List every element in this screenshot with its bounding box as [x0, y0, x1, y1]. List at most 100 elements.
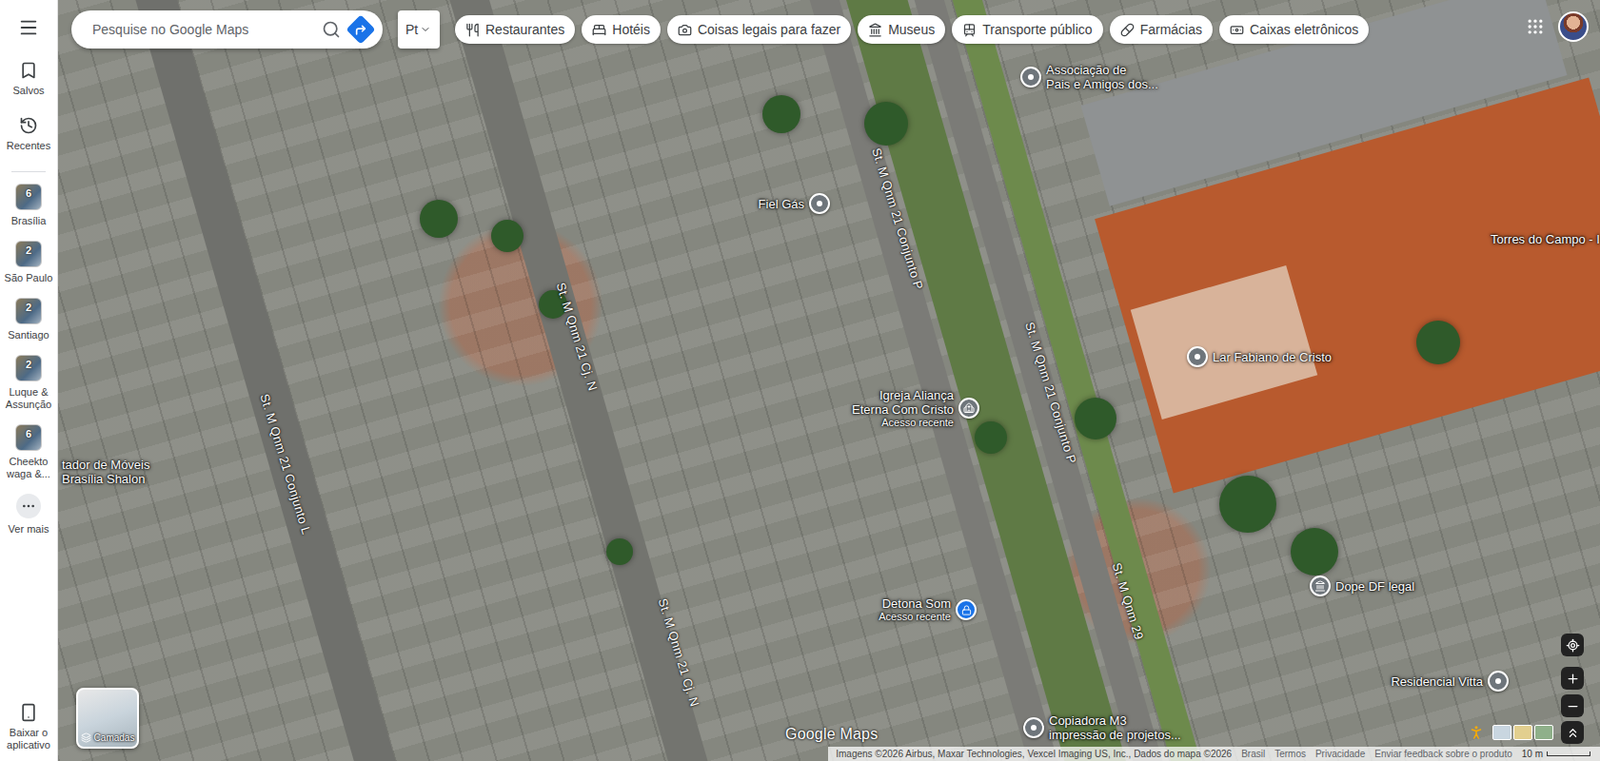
category-chip[interactable]: Coisas legais para fazer	[667, 15, 851, 44]
place-subtitle: Acesso recente	[878, 611, 951, 624]
place-pin[interactable]	[1186, 346, 1208, 368]
search-input[interactable]	[90, 20, 313, 39]
place-name-line: Dope DF legal	[1335, 579, 1415, 594]
church-pin[interactable]	[958, 397, 980, 419]
directions-button[interactable]	[345, 14, 376, 44]
footer-link[interactable]: Termos	[1274, 749, 1306, 760]
place-pin[interactable]	[1487, 671, 1509, 692]
maps-page: Salvos Recentes 6 Brasília 2 São Paulo 2Santia…	[0, 0, 1600, 761]
recent-count: 2	[25, 358, 32, 371]
rail-label: Salvos	[10, 84, 46, 98]
plus-icon	[1565, 671, 1581, 687]
history-icon	[19, 116, 39, 136]
place-label[interactable]: tador de MóveisBrasília Shalon	[61, 457, 151, 487]
recent-label: São Paulo	[2, 272, 56, 285]
museum-pin[interactable]	[1309, 575, 1331, 597]
category-chip[interactable]: Transporte público	[951, 15, 1103, 44]
tree	[864, 101, 909, 146]
scale[interactable]: 10 m	[1521, 749, 1591, 760]
place-name-line: Associação de	[1046, 62, 1159, 78]
place-name-line: impressão de projetos...	[1048, 728, 1182, 743]
rail-item[interactable]: Recentes	[0, 116, 59, 153]
chip-label: Coisas legais para fazer	[697, 21, 841, 38]
recent-label: Cheekto waga &...	[0, 455, 59, 481]
footer-link[interactable]: Brasil	[1241, 749, 1265, 760]
place-label[interactable]: Residencial Vitta	[1390, 674, 1483, 690]
search-icon[interactable]	[321, 19, 341, 40]
layer-toggle[interactable]: Pt	[397, 10, 440, 49]
tree	[491, 219, 524, 253]
chip-label: Farmácias	[1140, 21, 1203, 38]
recent-pin[interactable]	[955, 599, 977, 621]
category-chip[interactable]: Restaurantes	[454, 15, 575, 44]
recent-place[interactable]: 2Luque & Assunção	[0, 355, 59, 412]
apps-grid-icon[interactable]	[1525, 17, 1545, 37]
category-chip[interactable]: Hotéis	[581, 15, 661, 44]
footer-link[interactable]: Privacidade	[1315, 749, 1365, 760]
recent-place[interactable]: 2 São Paulo	[0, 240, 59, 285]
place-name-line: Copiadora M3	[1048, 713, 1182, 729]
layer-thumb[interactable]	[1534, 725, 1554, 741]
tree	[1074, 397, 1117, 440]
chip-label: Museus	[888, 21, 935, 38]
recent-count: 2	[25, 244, 32, 257]
place-name-line: Fiel Gás	[758, 197, 805, 212]
layers-label: Camadas	[80, 732, 136, 744]
search-box[interactable]	[71, 10, 383, 49]
attribution: Imagens ©2026 Airbus, Maxar Technologies…	[835, 749, 1232, 760]
zoom-in-button[interactable]	[1560, 667, 1584, 691]
user-avatar[interactable]	[1558, 11, 1589, 42]
pin-dot	[1027, 74, 1034, 80]
menu-button[interactable]	[0, 17, 59, 39]
recent-count: 6	[25, 428, 32, 440]
category-chip[interactable]: Farmácias	[1109, 15, 1213, 44]
place-label[interactable]: Torres do Campo - I	[1490, 232, 1600, 247]
footer-link[interactable]: Enviar feedback sobre o produto	[1374, 749, 1513, 760]
more-button[interactable]: Ver mais	[0, 493, 59, 536]
directions-icon	[355, 23, 368, 37]
place-label[interactable]: Associação dePais e Amigos dos...	[1046, 62, 1159, 92]
layers-icon	[80, 732, 92, 744]
google-maps-logo: Google Maps	[785, 726, 878, 744]
download-app[interactable]: Baixar o aplicativo	[0, 703, 59, 752]
place-name-line: Torres do Campo - I	[1490, 232, 1600, 247]
recent-place[interactable]: 6 Cheekto waga &...	[0, 424, 59, 481]
place-label[interactable]: Copiadora M3impressão de projetos...	[1048, 713, 1182, 743]
menu-icon	[18, 17, 40, 39]
recent-count: 6	[25, 187, 32, 199]
category-chip[interactable]: Museus	[857, 15, 946, 44]
place-pin[interactable]	[1020, 66, 1042, 88]
place-label[interactable]: Dope DF legal	[1335, 579, 1415, 594]
recent-label: Brasília	[9, 215, 49, 228]
chip-icon	[1120, 22, 1135, 38]
place-label[interactable]: Detona SomAcesso recente	[878, 596, 951, 624]
street-view-button[interactable]	[1467, 724, 1485, 742]
top-bar: Pt Restaurantes Hotéis Coisas legais para f…	[71, 10, 1369, 49]
place-label[interactable]: Lar Fabiano de Cristo	[1212, 350, 1332, 365]
layer-thumb[interactable]	[1513, 725, 1533, 741]
place-pin[interactable]	[1023, 717, 1045, 739]
place-pin[interactable]	[809, 193, 830, 215]
rail-item[interactable]: Salvos	[0, 60, 59, 98]
place-label[interactable]: Fiel Gás	[758, 197, 805, 212]
lock-icon	[961, 605, 972, 616]
zoom-out-button[interactable]	[1560, 694, 1584, 718]
recent-place[interactable]: 6 Brasília	[0, 183, 59, 228]
chip-label: Hotéis	[612, 21, 651, 38]
layer-thumb[interactable]	[1492, 725, 1512, 741]
bookmark-icon	[19, 60, 39, 80]
layer-thumbnails[interactable]	[1492, 725, 1554, 741]
chip-icon	[465, 22, 480, 38]
more-circle	[16, 493, 41, 519]
category-chip[interactable]: Caixas eletrônicos	[1219, 15, 1369, 44]
recent-place[interactable]: 2Santiago	[0, 297, 59, 342]
place-label[interactable]: Igreja AliançaEterna Com CristoAcesso re…	[851, 388, 954, 430]
tree	[1290, 528, 1339, 576]
expand-button[interactable]	[1560, 721, 1584, 745]
locate-button[interactable]	[1560, 633, 1584, 657]
recent-count: 2	[25, 301, 32, 314]
tree	[974, 421, 1008, 455]
layers-button[interactable]: Camadas	[76, 688, 139, 750]
map-canvas[interactable]: St. M Qnm 21 Conjunto LSt. M Qnm 21 Cj. …	[58, 0, 1600, 761]
place-subtitle: Acesso recente	[851, 416, 954, 430]
